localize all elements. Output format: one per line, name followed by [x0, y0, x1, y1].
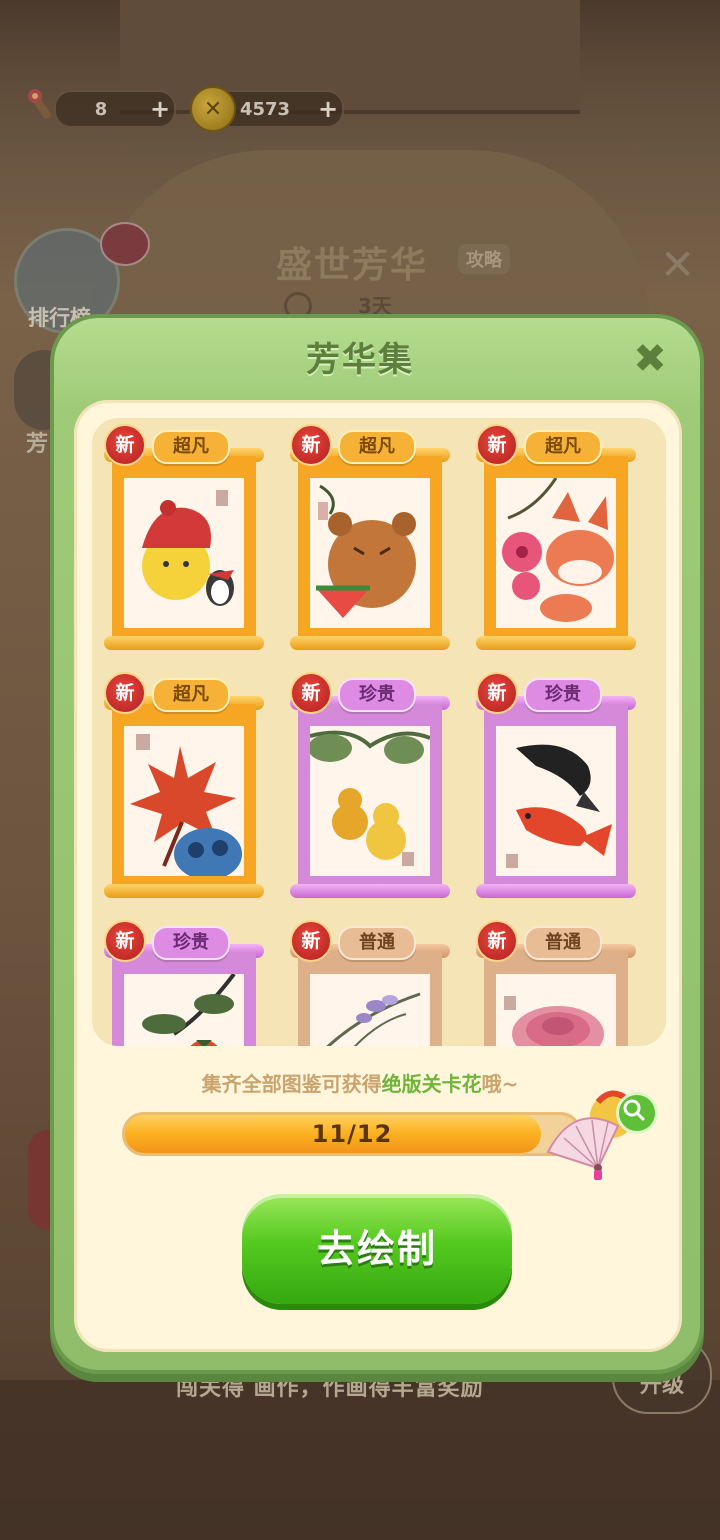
collection-card[interactable]: 超凡 新 [104, 672, 264, 906]
rarity-tag: 珍贵 [152, 926, 230, 960]
orchid-painting [326, 992, 421, 1046]
scroll-rod [476, 884, 636, 898]
days-left: 3天 [358, 294, 392, 318]
rarity-tag: 超凡 [338, 430, 416, 464]
scroll-body [112, 456, 256, 642]
scroll-body [112, 952, 256, 1046]
painting [496, 478, 616, 628]
chrysanthemum-painting [504, 996, 604, 1046]
rarity-tag: 珍贵 [524, 678, 602, 712]
background-floor [0, 1380, 720, 1540]
chick-in-hat-painting [142, 490, 234, 606]
scroll-body [298, 952, 442, 1046]
scroll-rod [104, 636, 264, 650]
add-coin-button[interactable]: + [314, 95, 342, 123]
new-badge: 新 [104, 672, 146, 714]
background-wall [120, 0, 580, 114]
torch-counter: 8 + [54, 90, 176, 128]
collection-card[interactable]: 超凡 新 [104, 424, 264, 658]
coin-icon: ✕ [190, 86, 236, 132]
scroll-body [298, 704, 442, 890]
collection-card[interactable]: 超凡 新 [290, 424, 450, 658]
painting [496, 726, 616, 876]
close-button[interactable]: ✖ [630, 339, 670, 380]
scroll-rod [104, 884, 264, 898]
collection-card[interactable]: 珍贵 新 [290, 672, 450, 906]
new-badge: 新 [104, 920, 146, 962]
scroll-body [484, 456, 628, 642]
background-close-icon: ✕ [660, 240, 696, 289]
collection-card[interactable]: 普通 新 [290, 920, 450, 1046]
torch-count: 8 [94, 98, 108, 120]
rarity-tag: 超凡 [152, 678, 230, 712]
collection-progress-bar: 11/12 [122, 1112, 582, 1156]
new-badge: 新 [290, 920, 332, 962]
new-badge: 新 [476, 672, 518, 714]
hint-suffix: 哦~ [481, 1072, 519, 1096]
collection-card[interactable]: 珍贵 新 [104, 920, 264, 1046]
hint-prefix: 集齐全部图鉴可获得 [201, 1072, 382, 1096]
new-badge: 新 [104, 424, 146, 466]
scroll-body [484, 952, 628, 1046]
go-draw-button[interactable]: 去绘制 [242, 1194, 512, 1304]
new-badge: 新 [290, 672, 332, 714]
maple-leaf-painting [130, 734, 242, 876]
scroll-body [112, 704, 256, 890]
collection-card[interactable]: 珍贵 新 [476, 672, 636, 906]
collection-side-label: 芳 [26, 432, 49, 457]
background-hint-text: 闯关得 画作，作画得丰富奖励 [176, 1376, 484, 1401]
guide-button[interactable]: 攻略 [458, 244, 510, 274]
fox-plum-blossom-painting [502, 478, 614, 622]
painting [310, 726, 430, 876]
gourds-painting [310, 730, 430, 866]
hint-highlight: 绝版关卡花 [381, 1072, 482, 1096]
collection-grid[interactable]: 超凡 新 超凡 新 超凡 新 超凡 新 珍贵 新 珍贵 新 珍贵 新 普通 新 … [92, 418, 666, 1046]
avatar [100, 222, 150, 266]
new-badge: 新 [476, 920, 518, 962]
painting [496, 974, 616, 1046]
rarity-tag: 普通 [338, 926, 416, 960]
event-title: 盛世芳华 [276, 245, 429, 286]
collection-card[interactable]: 普通 新 [476, 920, 636, 1046]
scroll-rod [290, 884, 450, 898]
bear-watermelon-painting [316, 484, 416, 618]
add-torch-button[interactable]: + [146, 95, 174, 123]
painting [310, 478, 430, 628]
rarity-tag: 珍贵 [338, 678, 416, 712]
rarity-tag: 普通 [524, 926, 602, 960]
scroll-body [484, 704, 628, 890]
progress-label: 11/12 [311, 1120, 393, 1148]
collection-card[interactable]: 超凡 新 [476, 424, 636, 658]
painting [124, 726, 244, 876]
painting [124, 974, 244, 1046]
persimmons-painting [142, 974, 236, 1046]
painting [310, 974, 430, 1046]
new-badge: 新 [476, 424, 518, 466]
scroll-rod [476, 636, 636, 650]
rarity-tag: 超凡 [524, 430, 602, 464]
clock-icon [284, 292, 312, 320]
magnifier-icon[interactable] [616, 1092, 658, 1134]
new-badge: 新 [290, 424, 332, 466]
koi-fish-painting [506, 744, 612, 868]
dialog-title: 芳华集 [306, 340, 414, 380]
rarity-tag: 超凡 [152, 430, 230, 464]
scroll-body [298, 456, 442, 642]
painting [124, 478, 244, 628]
scroll-rod [290, 636, 450, 650]
